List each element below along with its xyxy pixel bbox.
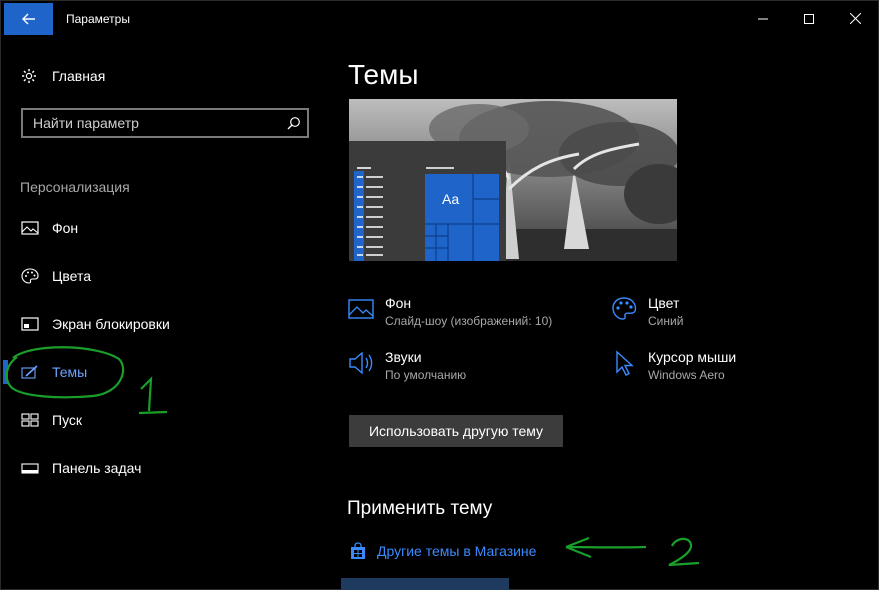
- search-box[interactable]: [21, 108, 309, 138]
- minimize-icon: [758, 18, 768, 19]
- prop-color-value: Синий: [648, 314, 684, 328]
- gear-icon: [22, 69, 36, 83]
- prop-sounds-title: Звуки: [385, 349, 422, 365]
- apply-theme-heading: Применить тему: [347, 498, 493, 519]
- theme-preview-window: Aa: [349, 141, 506, 261]
- store-link-label: Другие темы в Магазине: [377, 543, 537, 559]
- annotation-arrow: [565, 536, 647, 559]
- prop-background-title: Фон: [385, 295, 412, 311]
- sidebar-item-taskbar[interactable]: Панель задач: [1, 448, 321, 488]
- palette-icon: [21, 268, 39, 284]
- prop-color[interactable]: Цвет Синий: [610, 295, 683, 328]
- sidebar-item-background[interactable]: Фон: [1, 208, 321, 248]
- annotation-mark-2: [668, 537, 700, 567]
- use-other-theme-button[interactable]: Использовать другую тему: [349, 415, 563, 447]
- prop-cursor-title: Курсор мыши: [648, 349, 737, 365]
- preview-tile-label: Aa: [442, 191, 460, 207]
- maximize-icon: [804, 13, 814, 24]
- page-title: Темы: [348, 59, 419, 90]
- sidebar-item-label: Пуск: [52, 412, 83, 428]
- next-section-strip: [341, 578, 509, 590]
- sidebar-item-label: Экран блокировки: [52, 316, 170, 332]
- prop-sounds[interactable]: Звуки По умолчанию: [347, 349, 466, 382]
- sidebar-item-lock-screen[interactable]: Экран блокировки: [1, 304, 321, 344]
- theme-properties: Фон Слайд-шоу (изображений: 10) Цвет Син…: [347, 291, 847, 401]
- sidebar-item-start[interactable]: Пуск: [1, 400, 321, 440]
- image-icon: [21, 221, 39, 235]
- speaker-icon: [349, 351, 373, 375]
- settings-window: Параметры Главная Персонализация: [0, 0, 879, 590]
- themes-icon: [21, 365, 38, 379]
- search-input[interactable]: [23, 110, 283, 136]
- sidebar-item-themes[interactable]: Темы: [1, 352, 321, 392]
- home-label: Главная: [52, 68, 106, 84]
- start-menu-preview: [354, 167, 499, 261]
- minimize-button[interactable]: [740, 1, 786, 36]
- back-button[interactable]: [4, 3, 53, 35]
- prop-background[interactable]: Фон Слайд-шоу (изображений: 10): [347, 295, 552, 328]
- maximize-button[interactable]: [786, 1, 832, 36]
- taskbar-icon: [21, 463, 39, 474]
- close-icon: [849, 13, 861, 24]
- sidebar: Главная Персонализация Фон Цвета: [1, 36, 321, 590]
- image-icon: [348, 299, 374, 319]
- home-link[interactable]: Главная: [21, 68, 105, 84]
- active-indicator: [3, 360, 8, 384]
- cursor-icon: [616, 350, 634, 376]
- title-bar: Параметры: [1, 1, 878, 36]
- prop-color-title: Цвет: [648, 295, 680, 311]
- search-icon: [287, 117, 300, 130]
- store-bag-icon: [351, 542, 365, 559]
- lock-screen-icon: [21, 317, 39, 331]
- theme-preview: Aa: [349, 99, 677, 261]
- prop-background-value: Слайд-шоу (изображений: 10): [385, 314, 553, 328]
- window-title: Параметры: [66, 12, 130, 26]
- start-icon: [21, 413, 39, 427]
- section-label-personalization: Персонализация: [20, 179, 130, 195]
- prop-cursor-value: Windows Aero: [648, 368, 725, 382]
- sidebar-item-label: Цвета: [52, 268, 91, 284]
- close-button[interactable]: [832, 1, 878, 36]
- sidebar-item-label: Темы: [52, 364, 88, 380]
- sidebar-item-label: Панель задач: [52, 460, 142, 476]
- store-themes-link[interactable]: Другие темы в Магазине: [349, 542, 536, 560]
- sidebar-item-colors[interactable]: Цвета: [1, 256, 321, 296]
- palette-icon: [612, 297, 637, 320]
- arrow-left-icon: [21, 13, 35, 25]
- prop-cursor[interactable]: Курсор мыши Windows Aero: [610, 349, 736, 382]
- prop-sounds-value: По умолчанию: [385, 368, 467, 382]
- sidebar-item-label: Фон: [52, 220, 79, 236]
